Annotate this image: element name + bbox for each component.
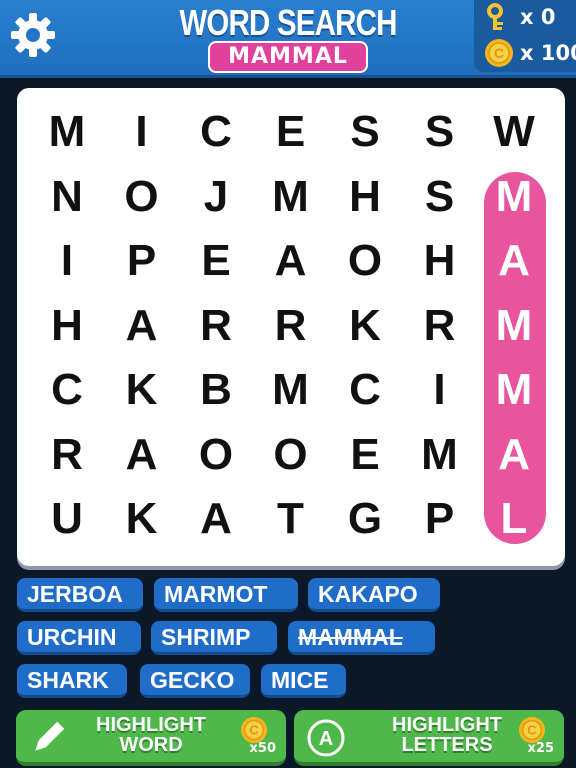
game-title: WORD SEARCH [179,2,397,43]
grid-cell[interactable]: S [328,100,402,164]
grid-cell[interactable]: R [403,294,477,358]
word-chip-marmot: MARMOT [154,578,298,612]
keys-counter: x 0 [484,2,555,32]
grid-cell[interactable]: E [179,229,253,293]
grid-cell[interactable]: I [30,229,104,293]
highlight-word-button[interactable]: HIGHLIGHT WORD C x50 [16,710,286,766]
highlight-letters-button[interactable]: A HIGHLIGHT LETTERS C x25 [294,710,564,766]
svg-text:A: A [319,728,333,750]
keys-count: x 0 [520,5,556,29]
grid-cell[interactable]: P [403,487,477,551]
grid-cell[interactable]: O [179,423,253,487]
grid-cell[interactable]: M [254,165,328,229]
wallet-panel: x 0 C x 100 [474,0,576,72]
grid-cell[interactable]: B [179,358,253,422]
grid-cell[interactable]: U [30,487,104,551]
grid-cell[interactable]: O [254,423,328,487]
word-chip-jerboa: JERBOA [17,578,143,612]
coins-count: x 100 [520,41,576,65]
grid-cell[interactable]: A [179,487,253,551]
grid-cell[interactable]: H [403,229,477,293]
word-chip-urchin: URCHIN [17,621,141,655]
grid-cell[interactable]: C [30,358,104,422]
letter-grid[interactable]: MICESSWNOJMHSMIPEAOHAHARRKRMCKBMCIMRAOOE… [17,88,565,566]
word-chip-shark: SHARK [17,664,127,698]
grid-cell[interactable]: K [105,487,179,551]
svg-text:C: C [249,723,259,738]
grid-cell[interactable]: R [179,294,253,358]
grid-cell[interactable]: H [328,165,402,229]
grid-cell[interactable]: R [254,294,328,358]
grid-cell[interactable]: G [328,487,402,551]
word-chip-mammal: MAMMAL [288,621,435,655]
coin-icon: C [240,716,268,744]
grid-cell[interactable]: A [254,229,328,293]
word-chip-mice: MICE [261,664,346,698]
grid-cell[interactable]: E [254,100,328,164]
highlight-word-label: HIGHLIGHT WORD [96,714,206,756]
grid-cell[interactable]: R [30,423,104,487]
coins-counter: C x 100 [484,38,576,68]
svg-text:C: C [494,45,504,61]
grid-cell[interactable]: O [328,229,402,293]
top-bar: WORD SEARCH MAMMAL x 0 C x 100 [0,0,576,78]
coin-icon: C [485,39,513,67]
coin-icon: C [518,716,546,744]
grid-cell[interactable]: M [477,165,551,229]
highlight-letters-cost: x25 [527,741,554,756]
word-chip-kakapo: KAKAPO [308,578,440,612]
grid-cell[interactable]: C [328,358,402,422]
grid-cell[interactable]: C [179,100,253,164]
grid-cell[interactable]: M [477,358,551,422]
grid-cell[interactable]: A [105,423,179,487]
grid-cell[interactable]: L [477,487,551,551]
highlight-letters-label: HIGHLIGHT LETTERS [392,714,502,756]
category-badge: MAMMAL [208,41,368,73]
grid-cell[interactable]: I [403,358,477,422]
grid-cell[interactable]: K [328,294,402,358]
grid-cell[interactable]: M [403,423,477,487]
grid-cell[interactable]: E [328,423,402,487]
word-chip-gecko: GECKO [140,664,250,698]
grid-cell[interactable]: A [477,229,551,293]
grid-cell[interactable]: K [105,358,179,422]
letter-a-icon: A [307,719,345,757]
gear-icon[interactable] [8,10,58,60]
grid-cell[interactable]: O [105,165,179,229]
grid-cell[interactable]: T [254,487,328,551]
svg-text:C: C [527,723,537,738]
grid-cell[interactable]: M [254,358,328,422]
highlight-word-cost: x50 [249,741,276,756]
grid-cell[interactable]: S [403,165,477,229]
word-chip-shrimp: SHRIMP [151,621,277,655]
key-icon [487,3,503,30]
grid-cell[interactable]: A [477,423,551,487]
grid-cell[interactable]: A [105,294,179,358]
grid-cell[interactable]: H [30,294,104,358]
grid-cell[interactable]: I [105,100,179,164]
grid-cell[interactable]: M [30,100,104,164]
grid-cell[interactable]: W [477,100,551,164]
grid-cell[interactable]: P [105,229,179,293]
grid-cell[interactable]: M [477,294,551,358]
grid-cell[interactable]: J [179,165,253,229]
grid-cell[interactable]: S [403,100,477,164]
pencil-icon [35,721,65,751]
grid-cell[interactable]: N [30,165,104,229]
